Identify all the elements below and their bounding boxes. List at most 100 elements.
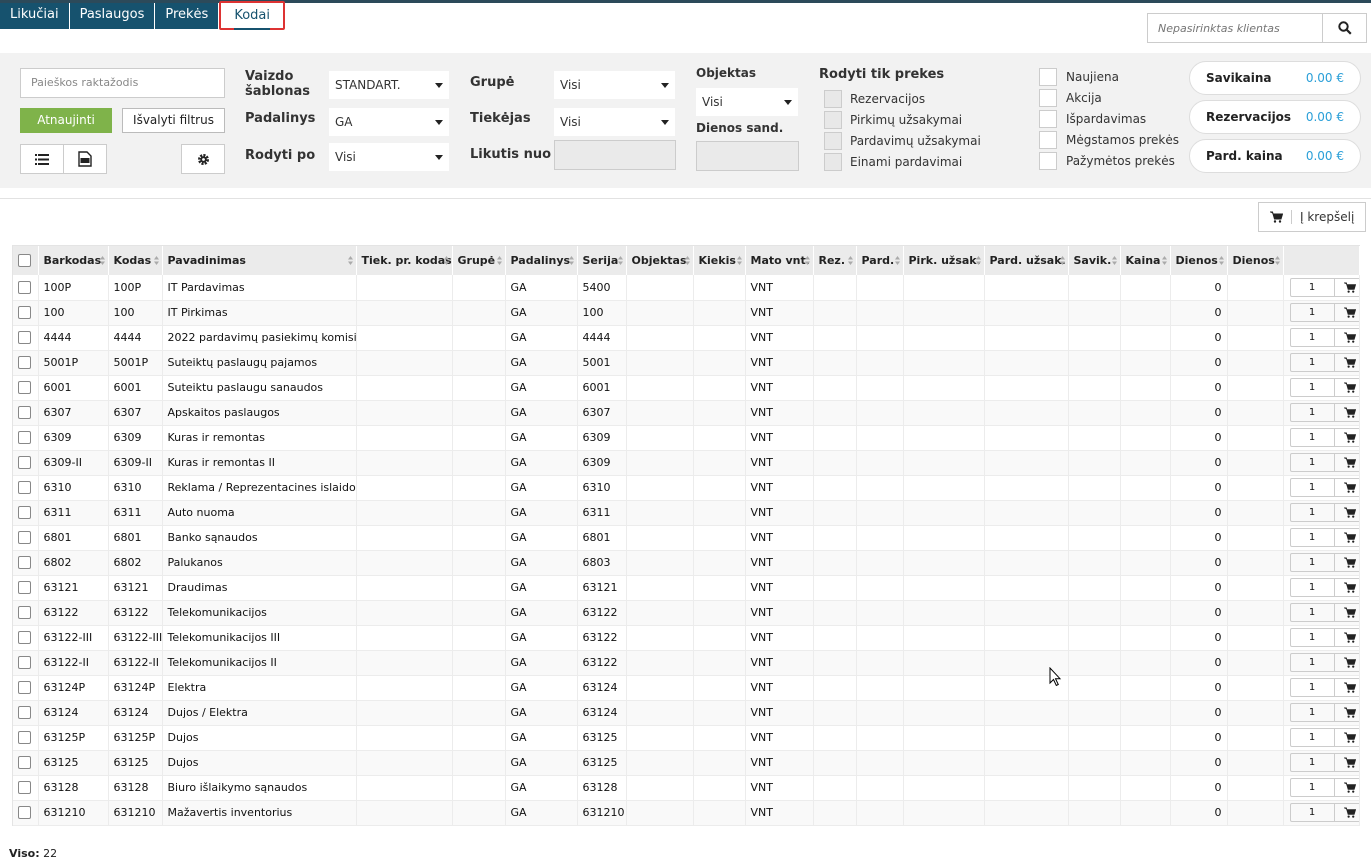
table-row[interactable]: 63124P 63124P Elektra GA 63124 VNT 0 1	[13, 675, 1360, 700]
table-row[interactable]: 5001P 5001P Suteiktų paslaugų pajamos GA 500…	[13, 350, 1360, 375]
column-header[interactable]: Kodas	[108, 246, 163, 275]
table-row[interactable]: 100P 100P IT Pardavimas GA 5400 VNT 0 1	[13, 275, 1360, 300]
table-row[interactable]: 6307 6307 Apskaitos paslaugos GA 6307 VNT 0 1	[13, 400, 1360, 425]
qty-input[interactable]: 1	[1291, 554, 1335, 571]
add-to-cart-row-button[interactable]	[1335, 582, 1359, 593]
table-row[interactable]: 63124 63124 Dujos / Elektra GA 63124 VNT 0 1	[13, 700, 1360, 725]
add-to-cart-row-button[interactable]	[1335, 507, 1359, 518]
table-row[interactable]: 63122-II 63122-II Telekomunikacijos II GA 63…	[13, 650, 1360, 675]
add-to-cart-row-button[interactable]	[1335, 657, 1359, 668]
column-header[interactable]: Mato vnt.	[745, 246, 814, 275]
column-header[interactable]: Kiekis	[693, 246, 746, 275]
table-row[interactable]: 6311 6311 Auto nuoma GA 6311 VNT 0 1	[13, 500, 1360, 525]
purchase-orders-checkbox[interactable]	[824, 111, 842, 129]
row-checkbox[interactable]	[18, 731, 31, 745]
csv-export-button[interactable]	[63, 144, 107, 174]
add-to-cart-row-button[interactable]	[1335, 632, 1359, 643]
new-checkbox[interactable]	[1039, 68, 1057, 86]
tab-likuciai[interactable]: Likučiai	[0, 3, 70, 29]
add-to-cart-row-button[interactable]	[1335, 782, 1359, 793]
row-checkbox[interactable]	[18, 606, 31, 620]
current-sales-checkbox[interactable]	[824, 153, 842, 171]
table-row[interactable]: 100 100 IT Pirkimas GA 100 VNT 0 1	[13, 300, 1360, 325]
qty-input[interactable]: 1	[1291, 529, 1335, 546]
row-checkbox[interactable]	[18, 331, 31, 345]
qty-input[interactable]: 1	[1291, 754, 1335, 771]
table-row[interactable]: 63125P 63125P Dujos GA 63125 VNT 0 1	[13, 725, 1360, 750]
add-to-cart-row-button[interactable]	[1335, 432, 1359, 443]
row-checkbox[interactable]	[18, 481, 31, 495]
table-row[interactable]: 6309 6309 Kuras ir remontas GA 6309 VNT 0 1	[13, 425, 1360, 450]
qty-input[interactable]: 1	[1291, 679, 1335, 696]
column-header[interactable]: Grupė	[452, 246, 506, 275]
row-checkbox[interactable]	[18, 281, 31, 294]
group-select[interactable]: Visi	[554, 71, 675, 99]
qty-input[interactable]: 1	[1291, 404, 1335, 421]
column-header[interactable]: Dienos	[1227, 246, 1284, 275]
column-header[interactable]: Pirk. užsak.	[903, 246, 985, 275]
marked-checkbox[interactable]	[1039, 152, 1057, 170]
table-row[interactable]: 63128 63128 Biuro išlaikymo sąnaudos GA 6312…	[13, 775, 1360, 800]
stock-days-input[interactable]	[696, 141, 799, 171]
add-to-cart-row-button[interactable]	[1335, 732, 1359, 743]
add-to-cart-row-button[interactable]	[1335, 482, 1359, 493]
view-template-select[interactable]: STANDART.	[329, 71, 449, 99]
add-to-cart-row-button[interactable]	[1335, 357, 1359, 368]
column-header[interactable]: Pard.	[856, 246, 904, 275]
row-checkbox[interactable]	[18, 506, 31, 520]
qty-input[interactable]: 1	[1291, 779, 1335, 796]
client-input[interactable]	[1147, 13, 1323, 43]
table-row[interactable]: 6001 6001 Suteiktu paslaugu sanaudos GA 6001…	[13, 375, 1360, 400]
refresh-button[interactable]: Atnaujinti	[20, 108, 112, 133]
add-to-cart-row-button[interactable]	[1335, 532, 1359, 543]
show-by-select[interactable]: Visi	[329, 143, 449, 171]
column-header[interactable]: Kaina	[1120, 246, 1171, 275]
table-row[interactable]: 63122-III 63122-III Telekomunikacijos III G…	[13, 625, 1360, 650]
table-row[interactable]: 6801 6801 Banko sąnaudos GA 6801 VNT 0 1	[13, 525, 1360, 550]
balance-from-input[interactable]	[554, 140, 676, 170]
qty-input[interactable]: 1	[1291, 479, 1335, 496]
row-checkbox[interactable]	[18, 531, 31, 545]
row-checkbox[interactable]	[18, 581, 31, 595]
select-all-checkbox[interactable]	[18, 254, 31, 268]
list-view-button[interactable]	[20, 144, 64, 174]
qty-input[interactable]: 1	[1291, 729, 1335, 746]
column-header[interactable]: Savik.	[1068, 246, 1121, 275]
row-checkbox[interactable]	[18, 406, 31, 420]
row-checkbox[interactable]	[18, 356, 31, 370]
column-header[interactable]: Pavadinimas	[162, 246, 357, 275]
qty-input[interactable]: 1	[1291, 354, 1335, 371]
qty-input[interactable]: 1	[1291, 604, 1335, 621]
column-header[interactable]: Barkodas	[38, 246, 109, 275]
sales-orders-checkbox[interactable]	[824, 132, 842, 150]
add-to-cart-row-button[interactable]	[1335, 332, 1359, 343]
qty-input[interactable]: 1	[1291, 804, 1335, 821]
division-select[interactable]: GA	[329, 108, 449, 136]
add-to-cart-row-button[interactable]	[1335, 307, 1359, 318]
row-checkbox[interactable]	[18, 781, 31, 795]
table-row[interactable]: 63122 63122 Telekomunikacijos GA 63122 VNT 0 1	[13, 600, 1360, 625]
row-checkbox[interactable]	[18, 556, 31, 570]
row-checkbox[interactable]	[18, 756, 31, 770]
add-to-cart-row-button[interactable]	[1335, 557, 1359, 568]
row-checkbox[interactable]	[18, 431, 31, 445]
qty-input[interactable]: 1	[1291, 579, 1335, 596]
search-input[interactable]: Paieškos raktažodis	[20, 68, 225, 98]
column-header[interactable]: Objektas	[626, 246, 694, 275]
row-checkbox[interactable]	[18, 456, 31, 470]
qty-input[interactable]: 1	[1291, 304, 1335, 321]
clearance-checkbox[interactable]	[1039, 110, 1057, 128]
qty-input[interactable]: 1	[1291, 704, 1335, 721]
row-checkbox[interactable]	[18, 706, 31, 720]
settings-button[interactable]	[181, 144, 225, 174]
add-to-cart-row-button[interactable]	[1335, 282, 1359, 293]
row-checkbox[interactable]	[18, 381, 31, 395]
qty-input[interactable]: 1	[1291, 278, 1335, 296]
table-row[interactable]: 631210 631210 Mažavertis inventorius GA 6312…	[13, 800, 1360, 825]
column-header[interactable]: Tiek. pr. kodas	[356, 246, 453, 275]
client-search-button[interactable]	[1322, 13, 1367, 43]
table-row[interactable]: 63121 63121 Draudimas GA 63121 VNT 0 1	[13, 575, 1360, 600]
column-header[interactable]: Serija	[577, 246, 627, 275]
qty-input[interactable]: 1	[1291, 504, 1335, 521]
qty-input[interactable]: 1	[1291, 629, 1335, 646]
